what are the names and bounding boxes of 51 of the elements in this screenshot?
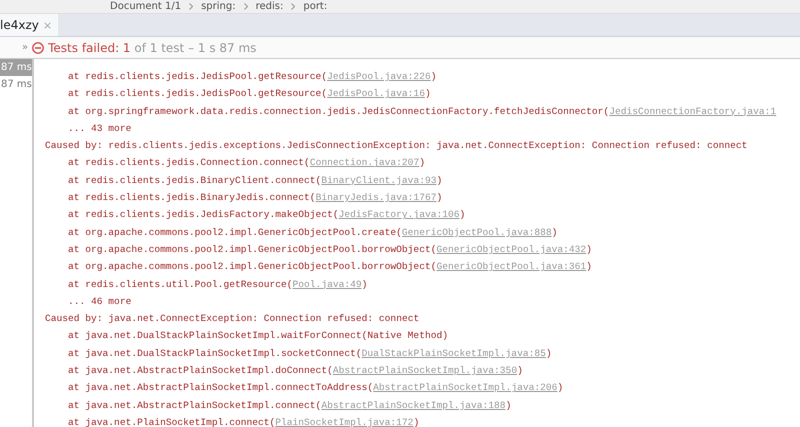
- run-tab[interactable]: le4xzy ×: [0, 14, 58, 36]
- stack-trace-line: at org.springframework.data.redis.connection.jedis.JedisConnectionFactory.fetchJedisConnector(JedisConnectionFactory.java:1: [67, 104, 776, 119]
- stack-trace-line: at org.apache.commons.pool2.impl.GenericObjectPool.create(GenericObjectPool.java:888): [67, 226, 558, 240]
- test-duration[interactable]: 87 ms: [0, 76, 32, 93]
- stack-trace-line: Caused by: redis.clients.jedis.exceptions.JedisConnectionException: java.net.ConnectException: Connection refused: connect: [44, 139, 748, 154]
- test-duration[interactable]: 87 ms: [0, 59, 32, 76]
- breadcrumb-item[interactable]: spring:: [201, 1, 236, 12]
- source-link[interactable]: JedisFactory.java:106: [338, 209, 460, 220]
- stack-trace-line: ... 43 more: [67, 122, 132, 136]
- source-link[interactable]: JedisPool.java:226: [327, 71, 431, 82]
- stack-trace-line: at java.net.AbstractPlainSocketImpl.connectToAddress(AbstractPlainSocketImpl.java:206): [67, 381, 564, 396]
- expand-icon[interactable]: »: [22, 42, 28, 53]
- stack-trace-line: at org.apache.commons.pool2.impl.GenericObjectPool.borrowObject(GenericObjectPool.java:432): [67, 242, 593, 257]
- source-link[interactable]: AbstractPlainSocketImpl.java:350: [332, 365, 518, 376]
- source-link[interactable]: BinaryClient.java:93: [321, 174, 436, 186]
- stack-trace-line: at java.net.DualStackPlainSocketImpl.waitForConnect(Native Method): [67, 329, 449, 344]
- source-link[interactable]: GenericObjectPool.java:361: [436, 261, 586, 272]
- source-link[interactable]: GenericObjectPool.java:432: [436, 244, 586, 255]
- source-link[interactable]: JedisConnectionFactory.java:1: [609, 106, 776, 117]
- stack-trace-line: at redis.clients.util.Pool.getResource(Pool.java:49): [67, 278, 368, 292]
- source-link[interactable]: AbstractPlainSocketImpl.java:188: [321, 400, 506, 411]
- chevron-icon: [189, 3, 194, 10]
- stack-trace-line: Caused by: java.net.ConnectException: Connection refused: connect: [44, 312, 420, 326]
- source-link[interactable]: Connection.java:207: [310, 157, 420, 168]
- source-link[interactable]: Pool.java:49: [292, 278, 362, 290]
- test-status: Tests failed: 1 of 1 test – 1 s 87 ms: [48, 40, 256, 54]
- stack-trace-line: at java.net.AbstractPlainSocketImpl.doConnect(AbstractPlainSocketImpl.java:350): [67, 364, 524, 378]
- stack-trace-line: at redis.clients.jedis.JedisFactory.makeObject(JedisFactory.java:106): [67, 208, 466, 222]
- source-link[interactable]: DualStackPlainSocketImpl.java:85: [362, 348, 546, 359]
- chevron-icon: [244, 3, 248, 10]
- stack-trace-line: at java.net.DualStackPlainSocketImpl.socketConnect(DualStackPlainSocketImpl.java:85): [67, 346, 553, 361]
- breadcrumb-item[interactable]: redis:: [256, 1, 284, 12]
- close-icon[interactable]: ×: [42, 18, 52, 32]
- stack-trace-line: at redis.clients.jedis.BinaryJedis.connect(BinaryJedis.java:1767): [67, 191, 444, 206]
- source-link[interactable]: JedisPool.java:16: [327, 88, 425, 100]
- source-link[interactable]: AbstractPlainSocketImpl.java:206: [373, 382, 558, 394]
- stack-trace-line: at org.apache.commons.pool2.impl.GenericObjectPool.borrowObject(GenericObjectPool.java:361): [67, 260, 593, 274]
- stack-trace-line: at java.net.AbstractPlainSocketImpl.connect(AbstractPlainSocketImpl.java:188): [67, 398, 512, 413]
- breadcrumb-item[interactable]: Document 1/1: [110, 1, 182, 12]
- chevron-icon: [291, 3, 296, 10]
- source-link[interactable]: PlainSocketImpl.java:172: [275, 416, 414, 427]
- stack-trace-line: at redis.clients.jedis.BinaryClient.connect(BinaryClient.java:93): [67, 174, 444, 188]
- source-link[interactable]: BinaryJedis.java:1767: [316, 192, 436, 204]
- stack-trace-line: at redis.clients.jedis.JedisPool.getResource(JedisPool.java:16): [67, 87, 432, 102]
- stack-trace-line: at redis.clients.jedis.JedisPool.getResource(JedisPool.java:226): [67, 70, 438, 84]
- stack-trace-line: at java.net.PlainSocketImpl.connect(PlainSocketImpl.java:172): [67, 416, 420, 427]
- stack-trace-line: at redis.clients.jedis.Connection.connect(Connection.java:207): [67, 156, 426, 170]
- breadcrumb-item[interactable]: port:: [303, 1, 328, 12]
- stack-trace-line: ... 46 more: [67, 294, 132, 309]
- failed-icon: [32, 42, 44, 54]
- source-link[interactable]: GenericObjectPool.java:888: [402, 226, 552, 238]
